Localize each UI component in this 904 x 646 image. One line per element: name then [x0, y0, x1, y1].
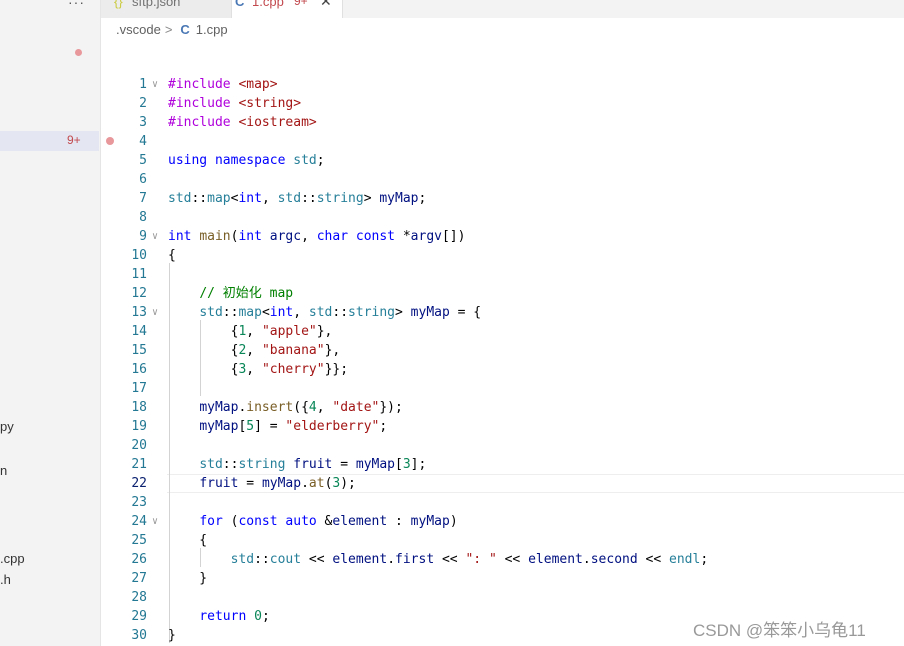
- code-line[interactable]: {1, "apple"},: [168, 322, 333, 341]
- code-line[interactable]: #include <map>: [168, 75, 278, 94]
- line-number: 20: [131, 438, 147, 453]
- line-number: 14: [131, 324, 147, 339]
- line-number: 19: [131, 419, 147, 434]
- code-line[interactable]: myMap.insert({4, "date"});: [168, 398, 403, 417]
- code-line[interactable]: fruit = myMap.at(3);: [168, 474, 356, 493]
- line-number: 27: [131, 571, 147, 586]
- line-number: 28: [131, 590, 147, 605]
- code-line[interactable]: using namespace std;: [168, 151, 325, 170]
- code-line[interactable]: {2, "banana"},: [168, 341, 341, 360]
- code-line[interactable]: std::map<int, std::string> myMap = {: [168, 303, 481, 322]
- watermark: CSDN @笨笨小乌龟11: [693, 621, 866, 640]
- line-number: 2: [139, 96, 147, 111]
- line-number: 11: [131, 267, 147, 282]
- line-number: 4: [139, 134, 147, 149]
- sidebar-item-n[interactable]: n: [0, 463, 7, 478]
- line-number: 22: [131, 476, 147, 491]
- code-line[interactable]: int main(int argc, char const *argv[]): [168, 227, 465, 246]
- line-number: 16: [131, 362, 147, 377]
- line-number: 12: [131, 286, 147, 301]
- code-line[interactable]: myMap[5] = "elderberry";: [168, 417, 387, 436]
- line-number: 6: [139, 172, 147, 187]
- line-number: 18: [131, 400, 147, 415]
- code-line[interactable]: {: [168, 246, 176, 265]
- more-actions-icon[interactable]: ···: [68, 0, 85, 10]
- line-number: 5: [139, 153, 147, 168]
- code-editor[interactable]: 1 ∨ 2 3 4 5 6 7 8 9 ∨ 10 11 12 13 ∨ 14 15 16 17 18 19 20 21 22 23…: [101, 0, 904, 646]
- code-line[interactable]: }: [168, 569, 207, 588]
- explorer-sidebar: ··· 9+ py n .cpp .h: [0, 0, 101, 646]
- code-line[interactable]: std::map<int, std::string> myMap;: [168, 189, 426, 208]
- sidebar-item-h[interactable]: .h: [0, 572, 11, 587]
- line-number: 26: [131, 552, 147, 567]
- code-line[interactable]: for (const auto &element : myMap): [168, 512, 457, 531]
- modified-dot-icon: [75, 49, 82, 56]
- line-number: 25: [131, 533, 147, 548]
- line-number: 29: [131, 609, 147, 624]
- code-line[interactable]: }: [168, 626, 176, 645]
- fold-chevron-icon[interactable]: ∨: [152, 227, 158, 246]
- line-number: 23: [131, 495, 147, 510]
- code-line[interactable]: {3, "cherry"}};: [168, 360, 348, 379]
- code-line[interactable]: #include <iostream>: [168, 113, 317, 132]
- fold-chevron-icon[interactable]: ∨: [152, 75, 158, 94]
- sidebar-item-cpp[interactable]: .cpp: [0, 551, 25, 566]
- sidebar-item-active[interactable]: [0, 131, 99, 151]
- line-number: 24: [131, 514, 147, 529]
- line-number: 15: [131, 343, 147, 358]
- line-number: 21: [131, 457, 147, 472]
- line-number: 17: [131, 381, 147, 396]
- code-line[interactable]: #include <string>: [168, 94, 301, 113]
- line-number: 13: [131, 305, 147, 320]
- fold-chevron-icon[interactable]: ∨: [152, 303, 158, 322]
- code-line[interactable]: {: [168, 531, 207, 550]
- line-number: 7: [139, 191, 147, 206]
- line-number: 30: [131, 628, 147, 643]
- fold-chevron-icon[interactable]: ∨: [152, 512, 158, 531]
- code-line[interactable]: std::cout << element.first << ": " << el…: [168, 550, 709, 569]
- code-line[interactable]: // 初始化 map: [168, 284, 293, 303]
- line-number: 3: [139, 115, 147, 130]
- problems-badge: 9+: [67, 133, 81, 147]
- line-number: 9: [139, 229, 147, 244]
- sidebar-item-py[interactable]: py: [0, 419, 14, 434]
- line-number: 10: [131, 248, 147, 263]
- code-line[interactable]: std::string fruit = myMap[3];: [168, 455, 426, 474]
- line-number: 8: [139, 210, 147, 225]
- line-number: 1: [139, 77, 147, 92]
- code-line[interactable]: return 0;: [168, 607, 269, 626]
